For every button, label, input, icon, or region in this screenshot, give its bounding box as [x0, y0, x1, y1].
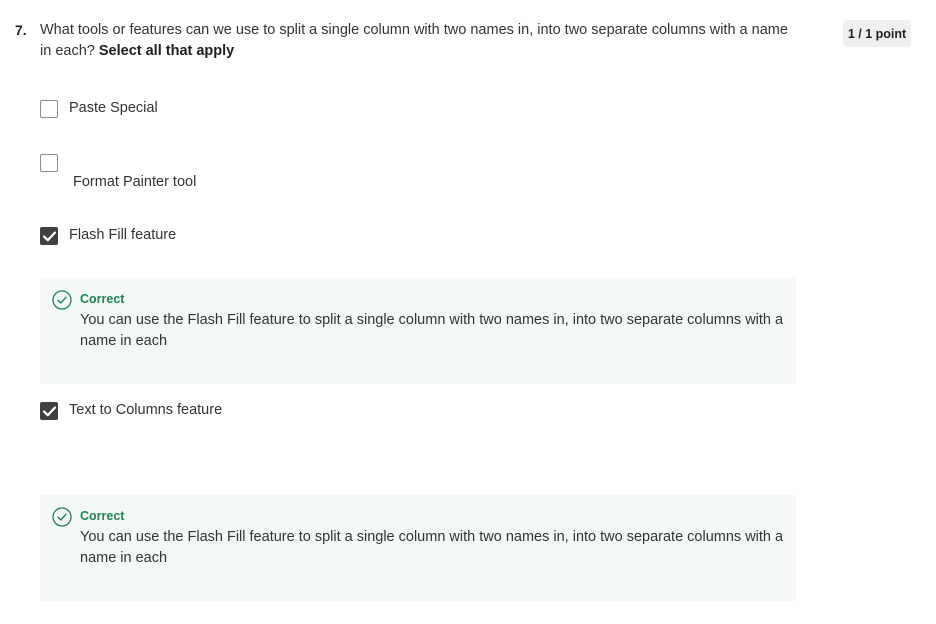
option-paste-special[interactable]: Paste Special: [40, 100, 240, 120]
feedback-title: Correct: [80, 509, 125, 523]
feedback-text: You can use the Flash Fill feature to sp…: [80, 529, 784, 566]
check-circle-icon: [52, 290, 72, 310]
option-flash-fill[interactable]: Flash Fill feature: [40, 227, 240, 247]
quiz-question: 7. What tools or features can we use to …: [0, 0, 936, 624]
feedback-correct: Correct You can use the Flash Fill featu…: [40, 278, 796, 384]
question-instruction: Select all that apply: [98, 43, 235, 59]
checkbox-text-to-columns[interactable]: [40, 402, 58, 420]
checkbox-paste-special[interactable]: [40, 100, 58, 118]
option-format-painter[interactable]: Format Painter tool: [40, 154, 260, 194]
checkmark-icon: [43, 231, 56, 242]
checkbox-format-painter[interactable]: [40, 154, 58, 172]
option-text-to-columns[interactable]: Text to Columns feature: [40, 402, 280, 422]
feedback-title: Correct: [80, 292, 125, 306]
option-label: Flash Fill feature: [69, 227, 177, 243]
check-circle-icon: [52, 507, 72, 527]
feedback-text: You can use the Flash Fill feature to sp…: [80, 312, 784, 349]
checkmark-icon: [43, 406, 56, 417]
option-label: Format Painter tool: [73, 174, 197, 190]
feedback-correct: Correct You can use the Flash Fill featu…: [40, 495, 796, 601]
question-text: What tools or features can we use to spl…: [40, 20, 800, 62]
question-number: 7.: [15, 22, 27, 38]
score-badge: 1 / 1 point: [843, 20, 911, 47]
option-label: Text to Columns feature: [69, 402, 223, 418]
option-label: Paste Special: [69, 100, 158, 116]
checkbox-flash-fill[interactable]: [40, 227, 58, 245]
